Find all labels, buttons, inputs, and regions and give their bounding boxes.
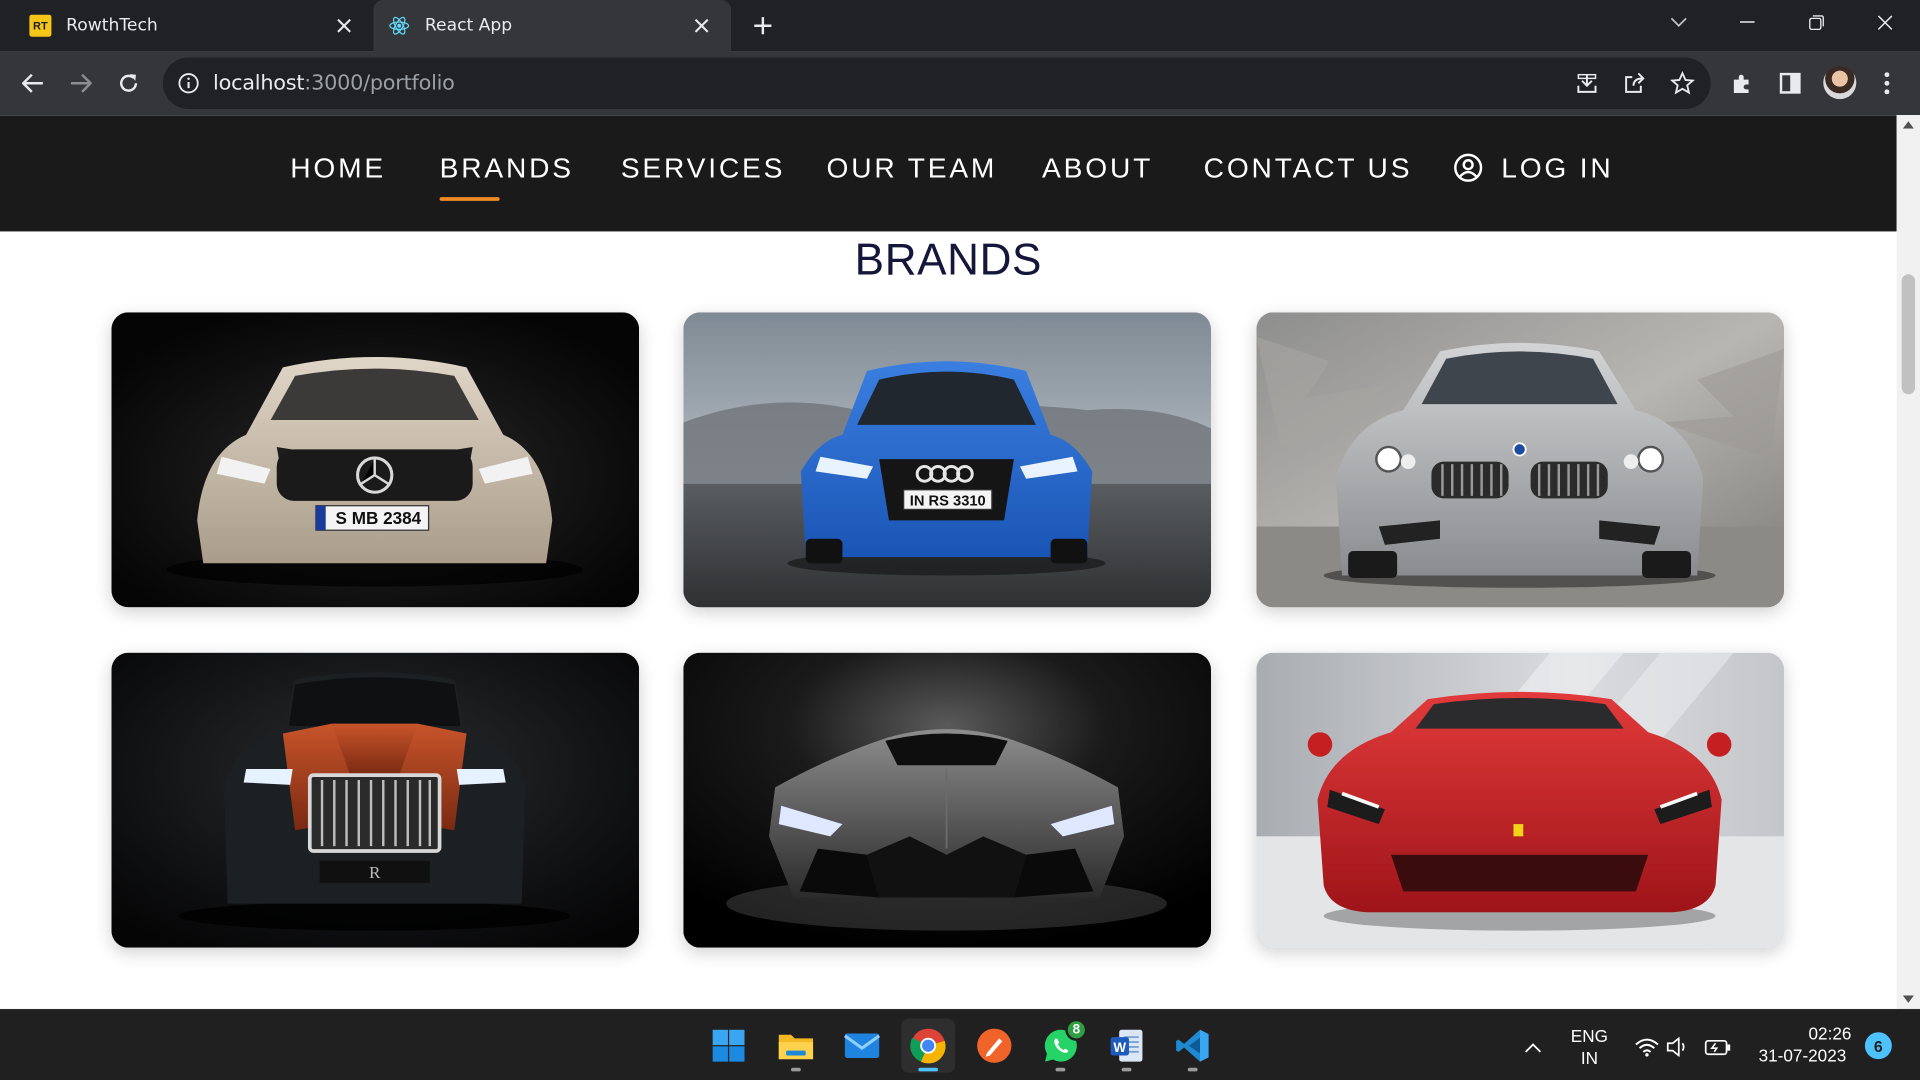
wifi-icon[interactable] <box>1633 1033 1660 1060</box>
forward-button[interactable] <box>61 64 100 103</box>
back-button[interactable] <box>13 64 52 103</box>
plus-icon <box>754 17 772 35</box>
language-region: IN <box>1580 1048 1598 1068</box>
browser-tab-strip: RT RowthTech React App <box>0 0 1920 52</box>
tab-title: React App <box>424 15 513 36</box>
page-scrollbar[interactable] <box>1896 115 1920 1009</box>
url-path: :3000/portfolio <box>304 71 455 96</box>
reload-icon <box>120 74 138 92</box>
share-icon[interactable] <box>1621 70 1648 97</box>
lamborghini-car-image <box>683 652 1212 948</box>
file-explorer-icon[interactable] <box>769 1019 823 1073</box>
clock-date: 31-07-2023 <box>1758 1045 1847 1066</box>
clock[interactable]: 02:26 31-07-2023 <box>1746 1022 1859 1066</box>
license-plate: S MB 2384 <box>336 508 422 528</box>
close-window-button[interactable] <box>1856 0 1912 44</box>
notification-count-badge[interactable]: 6 <box>1864 1032 1892 1060</box>
close-tab-icon[interactable] <box>689 13 713 37</box>
install-app-icon[interactable] <box>1573 70 1600 97</box>
profile-avatar[interactable] <box>1823 66 1857 100</box>
nav-home[interactable]: HOME <box>290 149 386 186</box>
extensions-icon[interactable] <box>1727 67 1759 99</box>
browser-toolbar: localhost:3000/portfolio <box>0 51 1920 116</box>
scrollbar-thumb[interactable] <box>1901 274 1916 395</box>
nav-our-team[interactable]: OUR TEAM <box>827 149 998 186</box>
tab-react-app[interactable]: React App <box>373 0 732 52</box>
word-icon[interactable]: W <box>1100 1019 1154 1073</box>
browser-menu-icon[interactable] <box>1871 67 1903 99</box>
react-icon <box>388 15 410 37</box>
language-code: ENG <box>1570 1026 1608 1046</box>
rowthtech-favicon-icon: RT <box>29 14 52 37</box>
bookmark-star-icon[interactable] <box>1669 70 1696 97</box>
scroll-up-arrow-icon[interactable] <box>1897 115 1920 135</box>
whatsapp-unread-badge: 8 <box>1065 1018 1088 1041</box>
tab-rowthtech[interactable]: RT RowthTech <box>0 0 373 51</box>
rolls-royce-car-image: R <box>111 652 640 948</box>
nav-about[interactable]: ABOUT <box>1042 149 1153 186</box>
chevron-down-icon <box>1670 17 1687 28</box>
tab-title: RowthTech <box>66 15 158 36</box>
chevron-up-icon[interactable] <box>1520 1033 1547 1060</box>
mercedes-car-image: S MB 2384 <box>111 312 640 608</box>
rolls-royce-card[interactable]: R <box>111 652 640 948</box>
audi-card[interactable]: IN RS 3310 <box>683 312 1212 608</box>
side-panel-icon[interactable] <box>1774 67 1806 99</box>
tab-search-button[interactable] <box>1651 0 1707 44</box>
svg-text:R: R <box>369 863 381 882</box>
windows-start-icon[interactable] <box>702 1019 756 1073</box>
active-nav-indicator <box>439 197 500 201</box>
svg-text:W: W <box>1113 1040 1126 1055</box>
url-host: localhost <box>213 71 305 96</box>
login-label: LOG IN <box>1501 151 1614 184</box>
page-viewport: HOME BRANDS SERVICES OUR TEAM ABOUT CONT… <box>0 115 1897 1009</box>
user-circle-icon <box>1453 153 1483 182</box>
bmw-card[interactable] <box>1256 312 1785 608</box>
language-indicator[interactable]: ENG IN <box>1566 1025 1613 1069</box>
nav-brands[interactable]: BRANDS <box>440 149 574 186</box>
ferrari-card[interactable] <box>1256 652 1785 948</box>
close-tab-icon[interactable] <box>332 13 356 37</box>
minimize-button[interactable] <box>1719 0 1775 44</box>
section-title: BRANDS <box>854 233 1043 285</box>
url-text[interactable]: localhost:3000/portfolio <box>213 71 455 95</box>
ferrari-car-image <box>1256 652 1785 948</box>
nav-services[interactable]: SERVICES <box>621 149 785 186</box>
pen-app-icon[interactable] <box>967 1019 1021 1073</box>
mail-icon[interactable] <box>835 1019 889 1073</box>
mercedes-card[interactable]: S MB 2384 <box>111 312 640 608</box>
audi-car-image: IN RS 3310 <box>683 312 1212 608</box>
license-plate: IN RS 3310 <box>910 494 986 510</box>
volume-icon[interactable] <box>1665 1033 1692 1060</box>
vscode-icon[interactable] <box>1166 1019 1220 1073</box>
windows-taskbar: 8 W ENG IN 02:26 31-07-2023 6 <box>0 1008 1920 1080</box>
restore-button[interactable] <box>1788 0 1844 44</box>
nav-login[interactable]: LOG IN <box>1453 149 1613 186</box>
new-tab-button[interactable] <box>744 7 781 44</box>
site-info-icon[interactable] <box>178 72 200 94</box>
bmw-car-image <box>1256 312 1785 608</box>
address-bar[interactable]: localhost:3000/portfolio <box>162 57 1711 109</box>
clock-time: 02:26 <box>1808 1023 1852 1044</box>
scroll-down-arrow-icon[interactable] <box>1897 989 1920 1009</box>
site-navbar: HOME BRANDS SERVICES OUR TEAM ABOUT CONT… <box>0 115 1897 232</box>
reload-button[interactable] <box>109 64 148 103</box>
lamborghini-card[interactable] <box>683 652 1212 948</box>
chrome-icon[interactable] <box>901 1018 956 1073</box>
arrow-left-icon <box>22 73 43 93</box>
whatsapp-icon[interactable]: 8 <box>1033 1018 1088 1073</box>
nav-contact-us[interactable]: CONTACT US <box>1204 149 1413 186</box>
arrow-right-icon <box>71 73 92 93</box>
battery-icon[interactable] <box>1704 1033 1731 1060</box>
